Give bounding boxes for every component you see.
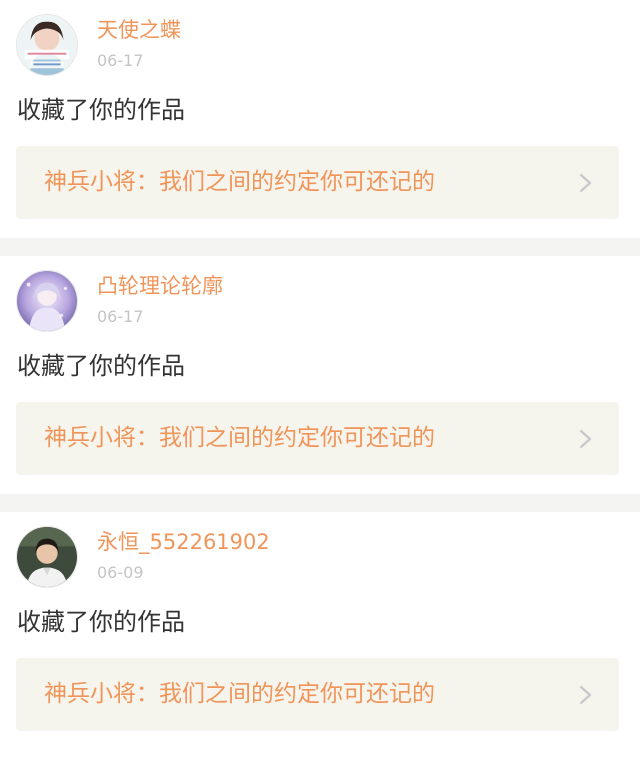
work-title: 神兵小将：我们之间的约定你可还记的 bbox=[44, 681, 435, 707]
avatar[interactable] bbox=[16, 14, 78, 76]
activity-text: 收藏了你的作品 bbox=[17, 352, 185, 380]
avatar-anime-purple-icon bbox=[17, 271, 77, 331]
timestamp: 06-17 bbox=[97, 51, 144, 70]
work-link[interactable]: 神兵小将：我们之间的约定你可还记的 bbox=[16, 402, 619, 475]
username[interactable]: 天使之蝶 bbox=[97, 16, 181, 44]
username[interactable]: 凸轮理论轮廓 bbox=[97, 272, 223, 300]
avatar-girl-photo-icon bbox=[17, 15, 77, 75]
work-title: 神兵小将：我们之间的约定你可还记的 bbox=[44, 169, 435, 195]
avatar[interactable] bbox=[16, 270, 78, 332]
work-link[interactable]: 神兵小将：我们之间的约定你可还记的 bbox=[16, 146, 619, 219]
notification-card: 永恒_552261902 06-09 收藏了你的作品 神兵小将：我们之间的约定你… bbox=[0, 512, 640, 750]
notification-card: 天使之蝶 06-17 收藏了你的作品 神兵小将：我们之间的约定你可还记的 bbox=[0, 0, 640, 238]
timestamp: 06-09 bbox=[97, 563, 144, 582]
avatar-person-photo-icon bbox=[17, 527, 77, 587]
chevron-right-icon bbox=[579, 685, 593, 705]
work-link[interactable]: 神兵小将：我们之间的约定你可还记的 bbox=[16, 658, 619, 731]
avatar[interactable] bbox=[16, 526, 78, 588]
activity-text: 收藏了你的作品 bbox=[17, 608, 185, 636]
chevron-right-icon bbox=[579, 173, 593, 193]
notification-card: 凸轮理论轮廓 06-17 收藏了你的作品 神兵小将：我们之间的约定你可还记的 bbox=[0, 256, 640, 494]
notification-feed: 天使之蝶 06-17 收藏了你的作品 神兵小将：我们之间的约定你可还记的 凸轮理… bbox=[0, 0, 640, 750]
timestamp: 06-17 bbox=[97, 307, 144, 326]
chevron-right-icon bbox=[579, 429, 593, 449]
activity-text: 收藏了你的作品 bbox=[17, 96, 185, 124]
username[interactable]: 永恒_552261902 bbox=[97, 528, 270, 556]
section-divider bbox=[0, 238, 640, 256]
work-title: 神兵小将：我们之间的约定你可还记的 bbox=[44, 425, 435, 451]
section-divider bbox=[0, 494, 640, 512]
